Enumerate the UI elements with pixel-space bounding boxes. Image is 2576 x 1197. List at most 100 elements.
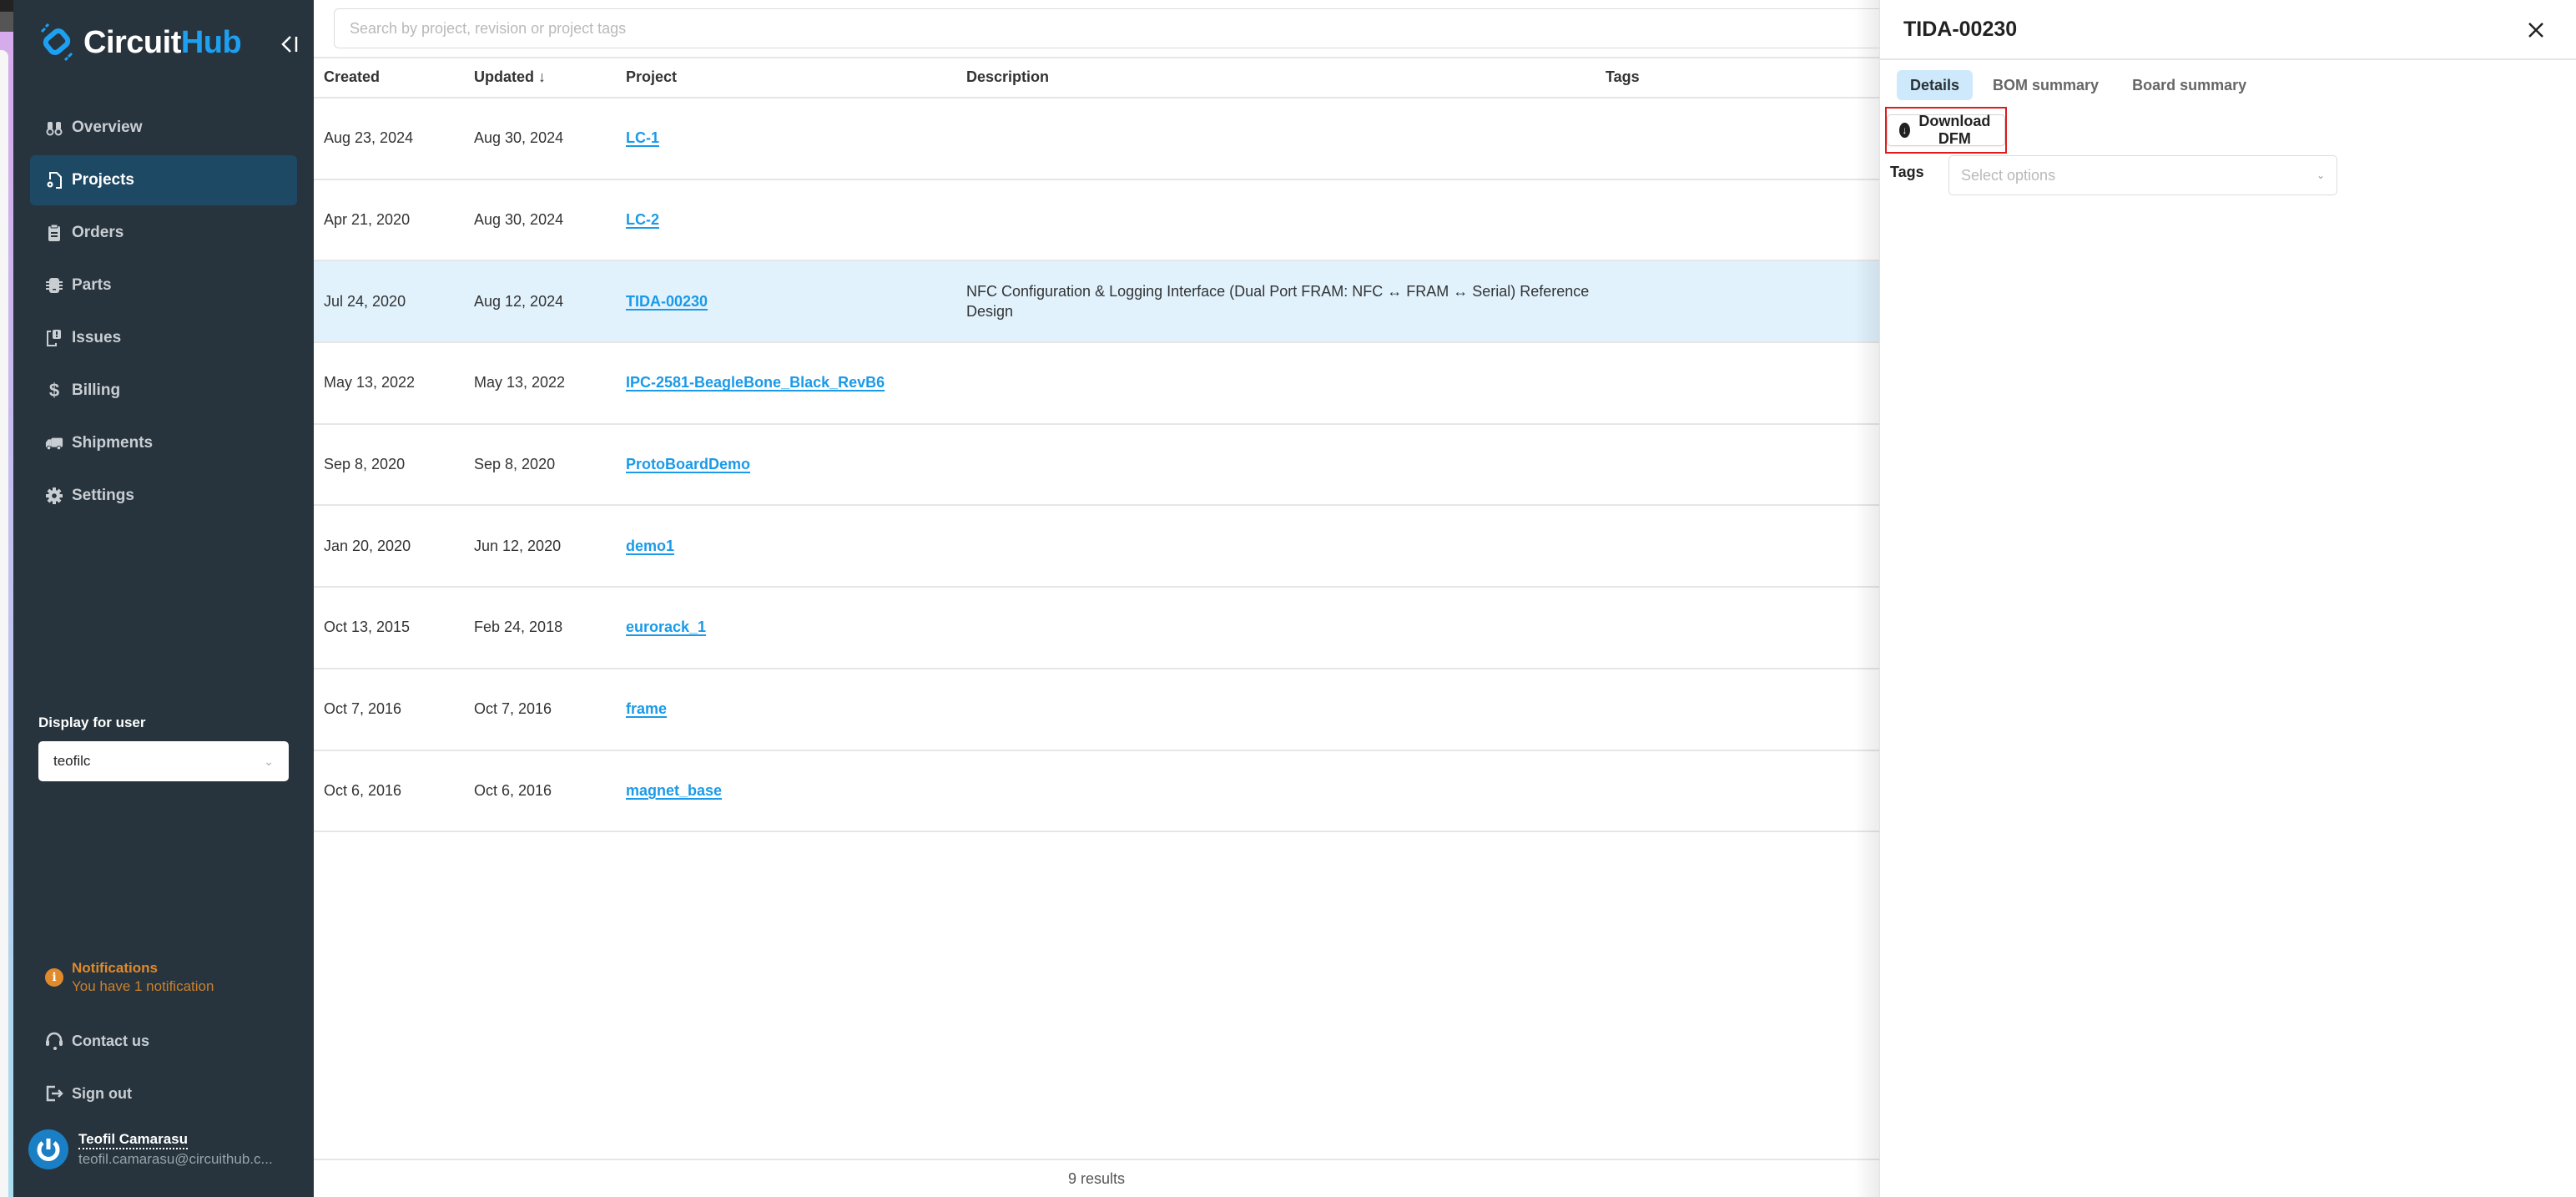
table-row[interactable]: Oct 13, 2015 Feb 24, 2018 eurorack_1 <box>314 588 1879 669</box>
cell-project: LC-1 <box>626 98 659 179</box>
sidebar-item-issues[interactable]: Issues <box>30 313 297 363</box>
project-link[interactable]: IPC-2581-BeagleBone_Black_RevB6 <box>626 374 885 391</box>
tab-details[interactable]: Details <box>1897 70 1974 100</box>
app-root: CircuitHub Overview Projects Orders Part… <box>0 0 2576 1197</box>
tags-placeholder: Select options <box>1961 166 2056 184</box>
sidebar-item-shipments[interactable]: Shipments <box>30 418 297 468</box>
sidebar-item-projects[interactable]: Projects <box>30 155 297 205</box>
contact-us-link[interactable]: Contact us <box>45 1032 149 1050</box>
cell-project: TIDA-00230 <box>626 261 708 341</box>
headset-icon <box>46 1032 63 1050</box>
display-for-user-label: Display for user <box>38 715 146 730</box>
cell-updated: May 13, 2022 <box>474 374 566 391</box>
account-info[interactable]: Teofil Camarasu teofil.camarasu@circuith… <box>28 1129 273 1169</box>
sign-out-link[interactable]: Sign out <box>45 1084 132 1103</box>
cell-updated: Aug 30, 2024 <box>474 129 564 147</box>
table-row[interactable]: Oct 6, 2016 Oct 6, 2016 magnet_base <box>314 751 1879 833</box>
column-header-updated[interactable]: Updated ↓ <box>474 68 546 86</box>
sidebar-item-overview[interactable]: Overview <box>30 103 297 153</box>
project-link[interactable]: LC-2 <box>626 211 659 229</box>
background-toolbar <box>0 12 13 32</box>
account-name[interactable]: Teofil Camarasu <box>78 1131 189 1149</box>
panel-title: TIDA-00230 <box>1903 17 2018 41</box>
sign-out-icon <box>46 1085 63 1102</box>
cell-created: Sep 8, 2020 <box>324 456 406 473</box>
project-link[interactable]: demo1 <box>626 538 674 555</box>
project-link[interactable]: TIDA-00230 <box>626 293 708 311</box>
logo-text-hub: Hub <box>180 24 242 60</box>
tags-select[interactable]: Select options ⌄ <box>1948 155 2337 195</box>
search-input[interactable] <box>334 8 1919 48</box>
circuithub-logo-icon <box>40 23 73 62</box>
table-row[interactable]: Sep 8, 2020 Sep 8, 2020 ProtoBoardDemo <box>314 425 1879 507</box>
tab-board-summary[interactable]: Board summary <box>2119 70 2260 100</box>
collapse-sidebar-button[interactable] <box>275 30 304 58</box>
sidebar-item-billing[interactable]: $ Billing <box>30 366 297 416</box>
project-link[interactable]: eurorack_1 <box>626 619 706 636</box>
results-count: 9 results <box>1067 1169 1126 1187</box>
table-row-selected[interactable]: Jul 24, 2020 Aug 12, 2024 TIDA-00230 NFC… <box>314 261 1879 344</box>
cell-description <box>966 98 1601 179</box>
display-for-user-select[interactable]: teofilc ⌄ <box>38 741 289 781</box>
gear-icon <box>45 487 63 505</box>
tags-label: Tags <box>1890 164 1924 180</box>
download-dfm-button[interactable]: ↓ Download DFM <box>1887 113 2005 147</box>
logo[interactable]: CircuitHub <box>38 23 242 62</box>
close-panel-button[interactable] <box>2521 15 2551 45</box>
clipboard-icon <box>45 224 63 242</box>
cell-project: LC-2 <box>626 180 659 260</box>
project-link[interactable]: LC-1 <box>626 129 659 147</box>
cell-project: magnet_base <box>626 751 722 831</box>
table-row[interactable]: Apr 21, 2020 Aug 30, 2024 LC-2 <box>314 180 1879 262</box>
chevron-down-icon: ⌄ <box>264 754 274 768</box>
column-header-tags[interactable]: Tags <box>1606 68 1640 86</box>
projects-table-body: Aug 23, 2024 Aug 30, 2024 LC-1 Apr 21, 2… <box>314 98 1879 833</box>
column-header-project[interactable]: Project <box>626 68 677 86</box>
project-link[interactable]: magnet_base <box>626 782 722 800</box>
table-header: Created Updated ↓ Project Description Ta… <box>314 57 1879 98</box>
cell-updated: Oct 7, 2016 <box>474 700 552 718</box>
table-row[interactable]: Jan 20, 2020 Jun 12, 2020 demo1 <box>314 506 1879 588</box>
cell-created: Oct 7, 2016 <box>324 700 402 718</box>
tab-bom-summary[interactable]: BOM summary <box>1979 70 2112 100</box>
table-row[interactable]: Oct 7, 2016 Oct 7, 2016 frame <box>314 669 1879 751</box>
cell-description <box>966 180 1601 260</box>
chevron-down-icon: ⌄ <box>2316 169 2325 181</box>
column-header-description[interactable]: Description <box>966 68 1049 86</box>
background-card <box>0 50 8 1197</box>
collapse-left-icon <box>281 36 298 53</box>
cell-project: ProtoBoardDemo <box>626 425 750 505</box>
cell-updated: Feb 24, 2018 <box>474 619 563 636</box>
table-row[interactable]: Aug 23, 2024 Aug 30, 2024 LC-1 <box>314 98 1879 180</box>
column-header-created[interactable]: Created <box>324 68 380 86</box>
highlight-box: ↓ Download DFM <box>1885 107 2007 154</box>
projects-main: Created Updated ↓ Project Description Ta… <box>314 0 1919 1197</box>
sidebar-item-label: Orders <box>72 224 124 241</box>
cell-description <box>966 425 1601 505</box>
sidebar-item-label: Projects <box>72 171 134 189</box>
notifications-link[interactable]: i Notifications You have 1 notification <box>45 960 214 995</box>
results-footer: 9 results <box>314 1159 1879 1197</box>
project-link[interactable]: frame <box>626 700 667 718</box>
cell-description <box>966 669 1601 750</box>
background-titlebar <box>0 0 13 12</box>
cell-updated: Aug 12, 2024 <box>474 292 564 310</box>
sidebar: CircuitHub Overview Projects Orders Part… <box>13 0 314 1197</box>
sidebar-item-orders[interactable]: Orders <box>30 208 297 258</box>
cell-created: Oct 13, 2015 <box>324 619 411 636</box>
cell-updated: Aug 30, 2024 <box>474 211 564 229</box>
cell-created: May 13, 2022 <box>324 374 416 391</box>
sidebar-item-settings[interactable]: Settings <box>30 471 297 521</box>
close-icon <box>2528 23 2543 38</box>
panel-header: TIDA-00230 <box>1880 0 2576 60</box>
logo-text-circuit: Circuit <box>83 24 181 60</box>
table-row[interactable]: May 13, 2022 May 13, 2022 IPC-2581-Beagl… <box>314 343 1879 425</box>
project-link[interactable]: ProtoBoardDemo <box>626 456 750 473</box>
download-circle-icon: ↓ <box>1899 123 1910 138</box>
sidebar-nav: Overview Projects Orders Parts Issues $ … <box>30 103 297 523</box>
sidebar-item-parts[interactable]: Parts <box>30 260 297 311</box>
sidebar-item-label: Issues <box>72 329 122 346</box>
file-gear-icon <box>45 171 63 189</box>
cell-description <box>966 751 1601 831</box>
account-email: teofil.camarasu@circuithub.c... <box>78 1151 273 1167</box>
